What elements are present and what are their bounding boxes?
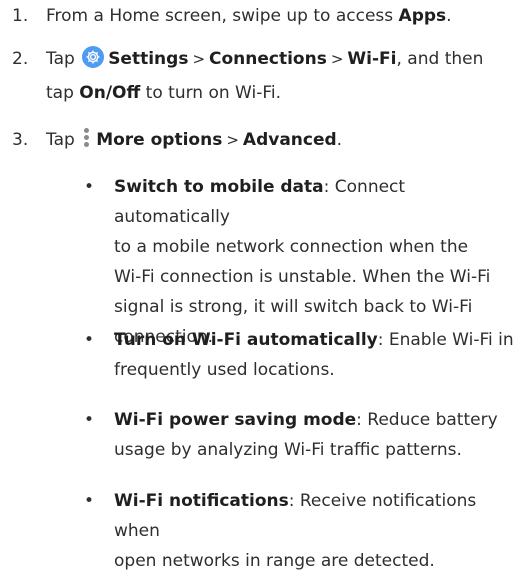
bullet-icon: • <box>84 177 95 197</box>
option-line: Turn on Wi-Fi automatically: Enable Wi-F… <box>114 325 514 355</box>
option-line: Switch to mobile data: Connect automatic… <box>114 172 514 232</box>
option-desc: : Reduce battery <box>356 410 498 430</box>
step-number: 2. <box>12 49 29 69</box>
step-text: Tap Settings > Connections > Wi-Fi, and then… <box>46 44 517 108</box>
path-separator: > <box>330 50 344 68</box>
step-text-prefix: From a Home screen, swipe up to access <box>46 6 399 26</box>
step-text-prefix: tap <box>46 83 80 103</box>
tap-word: Tap <box>46 49 75 69</box>
option-title: Switch to mobile data <box>114 177 324 197</box>
tap-word: Tap <box>46 130 75 150</box>
onoff-label: On/Off <box>79 83 141 103</box>
apps-label: Apps <box>398 6 447 26</box>
advanced-label: Advanced <box>242 130 337 150</box>
step-text-suffix: to turn on Wi-Fi. <box>140 83 282 103</box>
step-text-suffix: . <box>446 6 452 26</box>
option-line: Wi-Fi power saving mode: Reduce battery <box>114 405 514 435</box>
more-options-label: More options <box>96 130 223 150</box>
settings-icon <box>82 46 105 68</box>
bullet-icon: • <box>84 491 95 511</box>
option-title: Wi-Fi power saving mode <box>114 410 357 430</box>
option-line: Wi-Fi connection is unstable. When the W… <box>114 267 491 287</box>
instructions-page: 1. From a Home screen, swipe up to acces… <box>0 0 527 571</box>
step-number: 1. <box>12 6 29 26</box>
option-line: signal is strong, it will switch back to… <box>114 297 473 317</box>
settings-label: Settings <box>108 49 189 69</box>
step-text: Tap More options > Advanced. <box>46 125 517 155</box>
path-separator: > <box>226 131 239 149</box>
path-separator: > <box>192 50 206 68</box>
option-line: open networks in range are detected. <box>114 551 435 571</box>
wifi-label: Wi-Fi <box>347 49 397 69</box>
step-number: 3. <box>12 130 29 150</box>
option-line: to a mobile network connection when the <box>114 237 469 257</box>
option-text: Wi-Fi power saving mode: Reduce battery … <box>114 405 514 465</box>
step-text-suffix: . <box>336 130 343 150</box>
step-text: From a Home screen, swipe up to access A… <box>46 1 517 31</box>
option-line: usage by analyzing Wi-Fi traffic pattern… <box>114 440 462 460</box>
option-title: Wi-Fi notifications <box>114 491 289 511</box>
option-line: Wi-Fi notifications: Receive notificatio… <box>114 486 514 546</box>
option-text: Wi-Fi notifications: Receive notificatio… <box>114 486 514 576</box>
step-line: Tap Settings > Connections > Wi-Fi, and then <box>46 44 517 74</box>
step-text-mid: , and then <box>396 49 484 69</box>
option-desc: : Enable Wi-Fi in <box>377 330 514 350</box>
connections-label: Connections <box>209 49 327 69</box>
option-title: Turn on Wi-Fi automatically <box>114 330 378 350</box>
option-text: Turn on Wi-Fi automatically: Enable Wi-F… <box>114 325 514 385</box>
bullet-icon: • <box>84 330 95 350</box>
option-line: frequently used locations. <box>114 360 335 380</box>
step-line: tap On/Off to turn on Wi-Fi. <box>46 78 517 108</box>
bullet-icon: • <box>84 410 95 430</box>
more-options-icon <box>82 127 90 149</box>
